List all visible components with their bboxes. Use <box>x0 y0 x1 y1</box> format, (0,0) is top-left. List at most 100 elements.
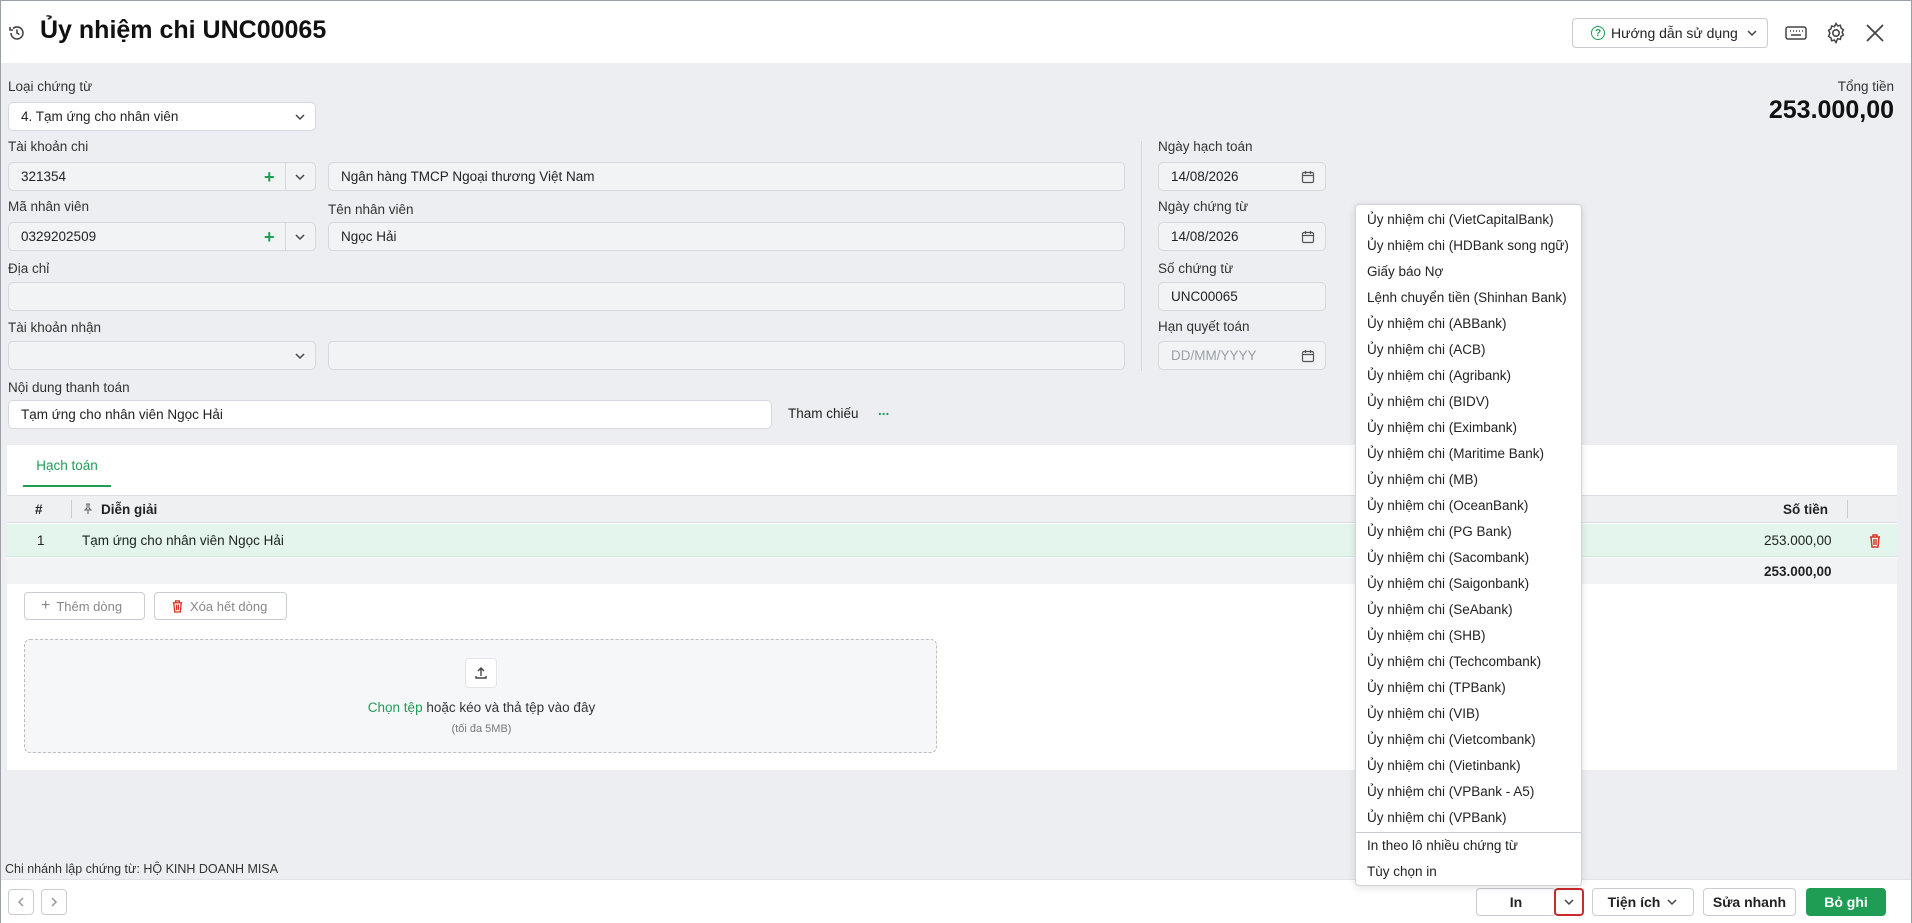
menu-item-print-options[interactable]: Tùy chọn in <box>1367 864 1437 879</box>
chevron-down-icon[interactable] <box>293 170 307 184</box>
delete-all-label: Xóa hết dòng <box>190 598 268 614</box>
voucher-no-value: UNC00065 <box>1171 289 1238 304</box>
menu-item[interactable]: Ủy nhiệm chi (Sacombank) <box>1367 550 1529 565</box>
employee-code-combo[interactable]: 0329202509 + <box>8 222 316 251</box>
close-icon[interactable] <box>1863 21 1887 45</box>
voucher-type-select[interactable]: 4. Tạm ứng cho nhân viên <box>8 102 316 131</box>
divider <box>1847 500 1848 518</box>
voucher-no-label: Số chứng từ <box>1158 261 1234 276</box>
question-icon: ? <box>1591 26 1605 40</box>
tab-accounting[interactable]: Hạch toán <box>23 445 111 487</box>
menu-item[interactable]: Ủy nhiệm chi (SeAbank) <box>1367 602 1513 617</box>
menu-item[interactable]: Ủy nhiệm chi (Saigonbank) <box>1367 576 1529 591</box>
chevron-down-icon[interactable] <box>293 230 307 244</box>
menu-item[interactable]: Ủy nhiệm chi (MB) <box>1367 472 1478 487</box>
menu-item[interactable]: Ủy nhiệm chi (ACB) <box>1367 342 1486 357</box>
grid-header: # Diễn giải Số tiền <box>7 495 1897 523</box>
bank-name-value: Ngân hàng TMCP Ngoại thương Việt Nam <box>341 169 595 184</box>
pay-account-value: 321354 <box>21 169 67 184</box>
row-amount: 253.000,00 <box>1764 533 1832 548</box>
accounting-panel: Hạch toán # Diễn giải Số tiền 1 Tạm ứng … <box>7 445 1897 770</box>
menu-item[interactable]: Ủy nhiệm chi (OceanBank) <box>1367 498 1528 513</box>
utility-button[interactable]: Tiện ích <box>1592 888 1694 916</box>
menu-item[interactable]: Ủy nhiệm chi (Maritime Bank) <box>1367 446 1544 461</box>
print-button[interactable]: In <box>1476 888 1556 916</box>
add-row-label: Thêm dòng <box>56 598 123 614</box>
delete-all-rows-button[interactable]: Xóa hết dòng <box>154 592 287 620</box>
menu-item[interactable]: Giấy báo Nợ <box>1367 264 1443 279</box>
menu-item[interactable]: Ủy nhiệm chi (Eximbank) <box>1367 420 1517 435</box>
discard-button[interactable]: Bỏ ghi <box>1806 888 1886 916</box>
chevron-left-icon <box>17 897 24 907</box>
menu-item[interactable]: Ủy nhiệm chi (HDBank song ngữ) <box>1367 238 1569 253</box>
keyboard-icon[interactable] <box>1784 21 1808 45</box>
prev-button[interactable] <box>8 889 34 915</box>
menu-item[interactable]: Ủy nhiệm chi (Vietcombank) <box>1367 732 1536 747</box>
trash-icon[interactable] <box>1868 533 1882 548</box>
voucher-window: Ủy nhiệm chi UNC00065 ? Hướng dẫn sử dụn… <box>0 0 1912 923</box>
menu-item[interactable]: Ủy nhiệm chi (TPBank) <box>1367 680 1506 695</box>
menu-item[interactable]: Ủy nhiệm chi (ABBank) <box>1367 316 1507 331</box>
reference-more-link[interactable]: ... <box>878 403 889 418</box>
menu-divider <box>1356 832 1581 833</box>
employee-name-field[interactable]: Ngọc Hải <box>328 222 1125 251</box>
row-index: 1 <box>37 533 45 548</box>
menu-item[interactable]: Ủy nhiệm chi (VPBank - A5) <box>1367 784 1534 799</box>
divider <box>71 500 72 518</box>
add-row-button[interactable]: + Thêm dòng <box>24 592 145 620</box>
content-label: Nội dung thanh toán <box>8 380 130 395</box>
menu-item[interactable]: Ủy nhiệm chi (Techcombank) <box>1367 654 1541 669</box>
employee-code-value: 0329202509 <box>21 229 97 244</box>
voucher-type-value: 4. Tạm ứng cho nhân viên <box>21 109 179 124</box>
content-field[interactable]: Tạm ứng cho nhân viên Ngọc Hải <box>8 400 772 429</box>
file-upload-dropzone[interactable]: Chọn tệp hoặc kéo và thả tệp vào đây (tố… <box>24 639 937 753</box>
menu-item[interactable]: Ủy nhiệm chi (SHB) <box>1367 628 1486 643</box>
divider <box>285 163 286 190</box>
menu-item[interactable]: Ủy nhiệm chi (VPBank) <box>1367 810 1507 825</box>
due-date-label: Hạn quyết toán <box>1158 319 1250 334</box>
pay-account-label: Tài khoản chi <box>8 139 89 154</box>
bank-name-field[interactable]: Ngân hàng TMCP Ngoại thương Việt Nam <box>328 162 1125 191</box>
pay-account-combo[interactable]: 321354 + <box>8 162 316 191</box>
menu-item-batch-print[interactable]: In theo lô nhiều chứng từ <box>1367 838 1518 853</box>
voucher-no-field[interactable]: UNC00065 <box>1158 282 1326 311</box>
help-button[interactable]: ? Hướng dẫn sử dụng <box>1572 18 1768 48</box>
print-menu-toggle[interactable] <box>1554 888 1584 916</box>
gear-icon[interactable] <box>1824 21 1848 45</box>
menu-item[interactable]: Ủy nhiệm chi (BIDV) <box>1367 394 1489 409</box>
next-button[interactable] <box>41 889 67 915</box>
receive-account-label: Tài khoản nhận <box>8 320 102 335</box>
choose-file-link[interactable]: Chọn tệp <box>368 700 423 715</box>
reference-label: Tham chiếu <box>788 406 859 421</box>
chevron-down-icon <box>295 353 305 360</box>
menu-item[interactable]: Lệnh chuyển tiền (Shinhan Bank) <box>1367 290 1567 305</box>
upload-icon <box>465 658 497 688</box>
menu-item[interactable]: Ủy nhiệm chi (VietCapitalBank) <box>1367 212 1554 227</box>
menu-item[interactable]: Ủy nhiệm chi (Vietinbank) <box>1367 758 1521 773</box>
pin-icon[interactable] <box>82 503 94 515</box>
column-divider <box>1141 141 1142 371</box>
due-date-field[interactable]: DD/MM/YYYY <box>1158 341 1326 370</box>
divider <box>285 223 286 250</box>
help-label: Hướng dẫn sử dụng <box>1611 25 1738 41</box>
calendar-icon[interactable] <box>1301 230 1315 244</box>
calendar-icon[interactable] <box>1301 349 1315 363</box>
receive-account-select[interactable] <box>8 341 316 370</box>
calendar-icon[interactable] <box>1301 170 1315 184</box>
posting-date-field[interactable]: 14/08/2026 <box>1158 162 1326 191</box>
history-icon[interactable] <box>7 23 27 43</box>
menu-item[interactable]: Ủy nhiệm chi (PG Bank) <box>1367 524 1512 539</box>
table-row[interactable]: 1 Tạm ứng cho nhân viên Ngọc Hải 253.000… <box>7 524 1897 557</box>
address-field[interactable] <box>8 282 1125 311</box>
menu-item[interactable]: Ủy nhiệm chi (Agribank) <box>1367 368 1511 383</box>
menu-item[interactable]: Ủy nhiệm chi (VIB) <box>1367 706 1480 721</box>
add-icon[interactable]: + <box>264 168 275 186</box>
chevron-down-icon <box>1564 899 1574 906</box>
quick-edit-button[interactable]: Sửa nhanh <box>1703 888 1796 916</box>
branch-info: Chi nhánh lập chứng từ: HỘ KINH DOANH MI… <box>3 859 283 879</box>
row-description: Tạm ứng cho nhân viên Ngọc Hải <box>82 533 284 548</box>
voucher-date-label: Ngày chứng từ <box>1158 199 1249 214</box>
voucher-date-field[interactable]: 14/08/2026 <box>1158 222 1326 251</box>
receive-bank-field[interactable] <box>328 341 1125 370</box>
add-icon[interactable]: + <box>264 228 275 246</box>
